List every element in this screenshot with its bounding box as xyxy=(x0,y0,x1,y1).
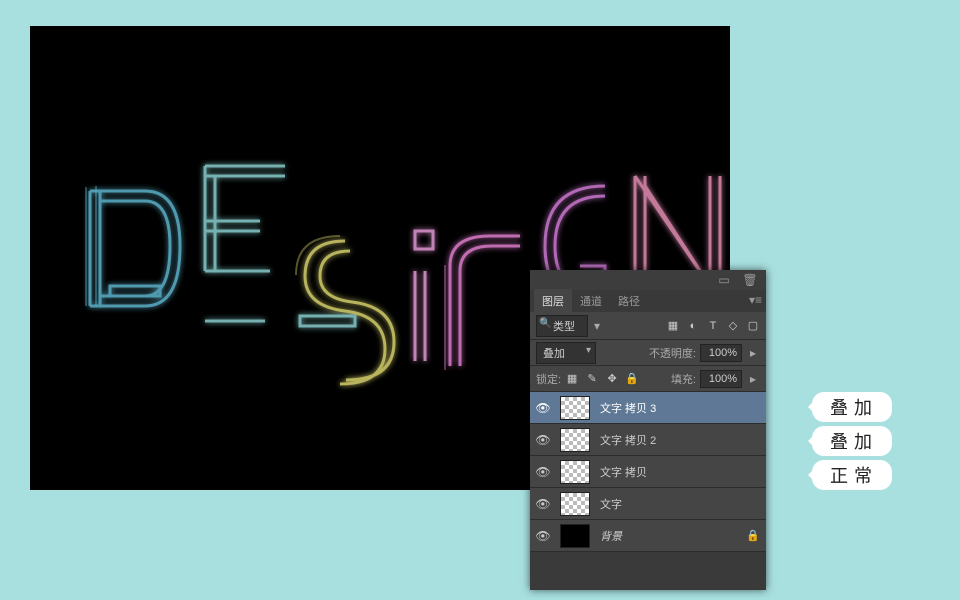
layer-list: 👁 文字 拷贝 3 👁 文字 拷贝 2 👁 文字 拷贝 👁 文字 👁 背景 🔒 xyxy=(530,392,766,552)
layer-thumbnail xyxy=(560,428,590,452)
opacity-stepper-icon[interactable]: ▸ xyxy=(746,346,760,360)
panel-menu-icon[interactable]: ▾≡ xyxy=(749,293,762,307)
layer-filter-row: 类型 ▾ ▦ ◐ T ◇ ▢ xyxy=(530,312,766,340)
layer-thumbnail xyxy=(560,460,590,484)
blend-mode-select[interactable]: 叠加 xyxy=(536,342,596,364)
layer-name[interactable]: 文字 拷贝 3 xyxy=(600,400,760,416)
layer-name[interactable]: 文字 xyxy=(600,496,760,512)
layer-name[interactable]: 文字 拷贝 xyxy=(600,464,760,480)
lock-icon: 🔒 xyxy=(746,529,760,542)
layer-thumbnail xyxy=(560,396,590,420)
visibility-icon[interactable]: 👁 xyxy=(536,401,550,415)
blend-opacity-row: 叠加 不透明度: 100% ▸ xyxy=(530,340,766,366)
fill-stepper-icon[interactable]: ▸ xyxy=(746,372,760,386)
panel-tabs: 图层 通道 路径 ▾≡ xyxy=(530,290,766,312)
tab-layers[interactable]: 图层 xyxy=(534,289,572,313)
layer-name[interactable]: 背景 xyxy=(600,528,736,544)
panel-footer xyxy=(530,552,766,590)
trash-icon[interactable]: 🗑 xyxy=(742,272,758,288)
lock-fill-row: 锁定: ▦ ✎ ✥ 🔒 填充: 100% ▸ xyxy=(530,366,766,392)
lock-label: 锁定: xyxy=(536,371,561,387)
fill-field[interactable]: 100% xyxy=(700,370,742,388)
lock-all-icon[interactable]: 🔒 xyxy=(625,372,639,386)
minimize-panel-icon[interactable]: ▭ xyxy=(716,272,732,288)
layer-name[interactable]: 文字 拷贝 2 xyxy=(600,432,760,448)
callout: 叠加 xyxy=(812,392,892,422)
layer-row[interactable]: 👁 背景 🔒 xyxy=(530,520,766,552)
callout: 正常 xyxy=(812,460,892,490)
smartobject-icon[interactable]: ▢ xyxy=(746,319,760,333)
callout: 叠加 xyxy=(812,426,892,456)
opacity-label: 不透明度: xyxy=(649,345,696,361)
panel-titlebar: ▭ 🗑 xyxy=(530,270,766,290)
layer-thumbnail xyxy=(560,492,590,516)
visibility-icon[interactable]: 👁 xyxy=(536,497,550,511)
lock-position-icon[interactable]: ✥ xyxy=(605,372,619,386)
lock-paint-icon[interactable]: ✎ xyxy=(585,372,599,386)
visibility-icon[interactable]: 👁 xyxy=(536,433,550,447)
layer-row[interactable]: 👁 文字 拷贝 3 xyxy=(530,392,766,424)
tab-paths[interactable]: 路径 xyxy=(610,289,648,313)
layer-row[interactable]: 👁 文字 拷贝 xyxy=(530,456,766,488)
tab-channels[interactable]: 通道 xyxy=(572,289,610,313)
layer-row[interactable]: 👁 文字 拷贝 2 xyxy=(530,424,766,456)
layer-row[interactable]: 👁 文字 xyxy=(530,488,766,520)
opacity-field[interactable]: 100% xyxy=(700,344,742,362)
layer-kind-select[interactable]: 类型 xyxy=(536,315,588,337)
visibility-icon[interactable]: 👁 xyxy=(536,529,550,543)
shape-icon[interactable]: ◇ xyxy=(726,319,740,333)
type-icon[interactable]: T xyxy=(706,319,720,333)
adjustment-icon[interactable]: ◐ xyxy=(686,319,700,333)
layers-panel: ▭ 🗑 图层 通道 路径 ▾≡ 类型 ▾ ▦ ◐ T ◇ ▢ 叠加 不透明度: … xyxy=(530,270,766,590)
lock-transparency-icon[interactable]: ▦ xyxy=(565,372,579,386)
layer-thumbnail xyxy=(560,524,590,548)
visibility-icon[interactable]: 👁 xyxy=(536,465,550,479)
image-icon[interactable]: ▦ xyxy=(666,319,680,333)
fill-label: 填充: xyxy=(671,371,696,387)
